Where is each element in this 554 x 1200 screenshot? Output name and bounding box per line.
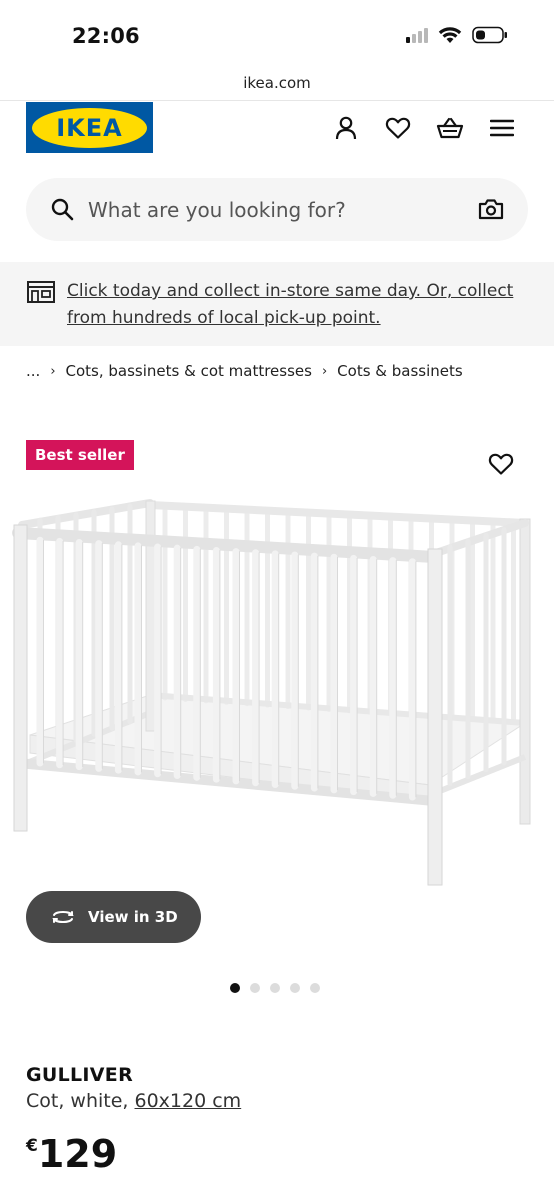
carousel-dot[interactable] [250,983,260,993]
logo-text: IKEA [56,113,123,142]
banner-link[interactable]: Click today and collect in-store same da… [67,278,527,332]
menu-icon [490,119,514,137]
crib-illustration [12,499,531,886]
breadcrumb-item[interactable]: Cots & bassinets [337,362,463,380]
heart-icon [488,453,514,475]
carousel-dot[interactable] [230,983,240,993]
banner-icon-wrap [26,279,56,309]
breadcrumb-item[interactable]: Cots, bassinets & cot mattresses [66,362,312,380]
best-seller-badge: Best seller [26,440,134,470]
view-in-3d-label: View in 3D [88,908,178,926]
status-bar: 22:06 [0,0,554,70]
basket-button[interactable] [436,114,464,142]
search-bar[interactable] [26,178,528,241]
logo-oval: IKEA [32,107,147,148]
battery-icon [472,26,507,44]
basket-icon [436,117,464,139]
search-input[interactable] [88,178,458,241]
status-time: 22:06 [72,24,140,48]
status-icons [406,26,508,44]
favourites-button[interactable] [384,114,412,142]
product-price: € 129 [26,1132,117,1176]
image-carousel-dots[interactable] [230,983,320,993]
account-button[interactable] [332,114,360,142]
camera-icon [478,199,504,220]
wifi-icon [438,27,462,43]
ikea-logo[interactable]: IKEA [26,102,153,153]
view-in-3d-button[interactable]: View in 3D [26,891,201,943]
visual-search-button[interactable] [478,197,504,225]
menu-button[interactable] [488,114,516,142]
product-name: GULLIVER [26,1064,134,1086]
search-icon-wrap [50,197,74,225]
chevron-right-icon: › [50,363,56,379]
store-icon [27,281,55,303]
site-header: IKEA [0,100,554,160]
price-currency: € [26,1136,38,1156]
header-icons [332,114,516,142]
product-description: Cot, white, 60x120 cm [26,1090,241,1112]
breadcrumb-ellipsis[interactable]: ... [26,362,40,380]
heart-icon [385,117,411,139]
save-to-favourites-button[interactable] [488,452,514,480]
product-type: Cot, white, [26,1090,135,1112]
chevron-right-icon: › [321,363,328,379]
product-image[interactable] [0,495,554,895]
carousel-dot[interactable] [310,983,320,993]
browser-url[interactable]: ikea.com [0,74,554,92]
price-value: 129 [37,1132,118,1176]
person-icon [335,116,357,140]
signal-icon [406,27,428,43]
rotate-3d-icon [52,911,74,923]
carousel-dot[interactable] [290,983,300,993]
product-size-link[interactable]: 60x120 cm [135,1090,242,1112]
search-icon [51,198,74,221]
click-and-collect-banner: Click today and collect in-store same da… [0,262,554,346]
carousel-dot[interactable] [270,983,280,993]
breadcrumb: ... › Cots, bassinets & cot mattresses ›… [26,362,463,380]
